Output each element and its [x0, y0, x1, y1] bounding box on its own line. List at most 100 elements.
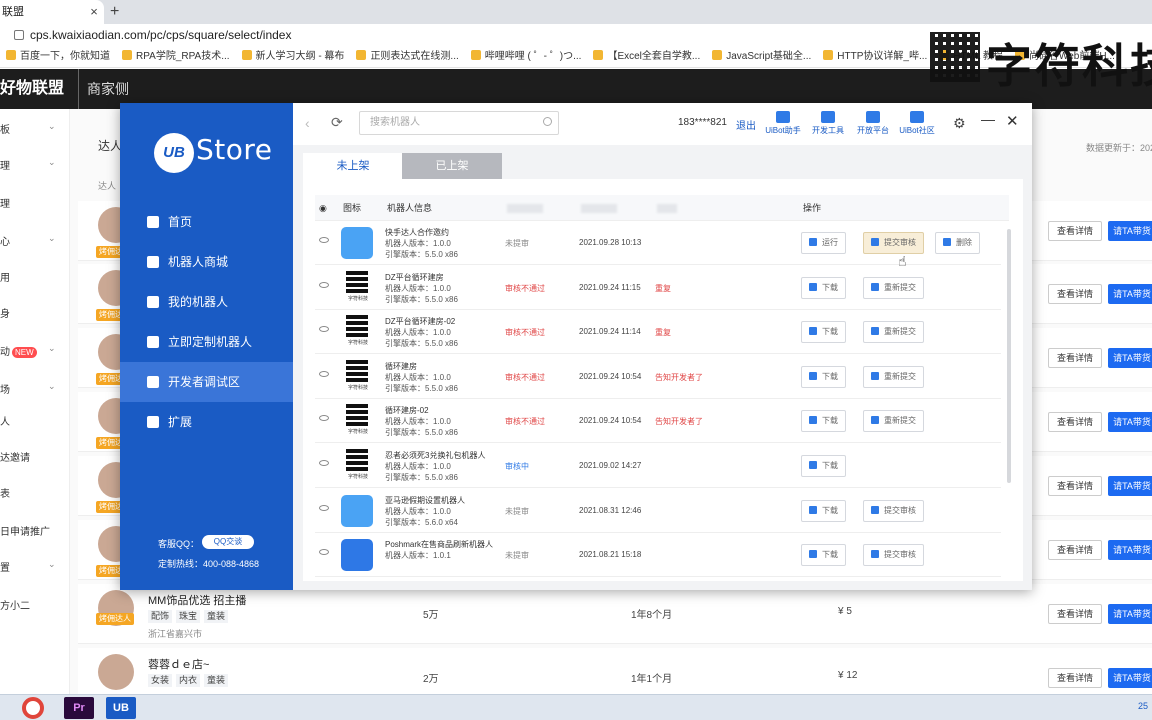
action-button[interactable]: 下载 [801, 455, 846, 477]
invite-button[interactable]: 请TA带货 [1108, 284, 1152, 304]
tab-close-icon[interactable]: × [86, 0, 102, 24]
uibot-taskbar-icon[interactable]: UB [106, 697, 136, 719]
site-nav-item[interactable]: 身 [0, 305, 70, 321]
site-nav-item[interactable]: 表 [0, 485, 70, 501]
eye-icon[interactable] [319, 460, 329, 466]
invite-button[interactable]: 请TA带货 [1108, 668, 1152, 688]
bookmark-item[interactable]: 正则表达式在线测... [356, 46, 459, 67]
back-icon[interactable]: ‹ [305, 115, 310, 131]
tool-link[interactable]: 开发工具 [808, 111, 848, 136]
new-tab-icon[interactable]: + [110, 0, 124, 24]
action-button[interactable]: 提交审核 [863, 544, 924, 567]
invite-button[interactable]: 请TA带货 [1108, 412, 1152, 432]
site-nav-item[interactable]: 用 [0, 269, 70, 285]
bookmark-item[interactable]: JavaScript基础全... [712, 46, 811, 67]
invite-button[interactable]: 请TA带货 [1108, 476, 1152, 496]
store-nav-item[interactable]: 扩展 [120, 402, 293, 442]
site-nav-label: 心 [0, 237, 10, 248]
tool-link[interactable]: UiBot社区 [897, 111, 937, 136]
chrome-icon[interactable] [22, 697, 44, 719]
eye-icon[interactable] [319, 237, 329, 243]
view-detail-button[interactable]: 查看详情 [1048, 348, 1102, 368]
action-button[interactable]: 重新提交 [863, 365, 924, 388]
tab-unlisted[interactable]: 未上架 [303, 153, 403, 179]
shop-tag: 童装 [204, 610, 229, 623]
col-icon: 图标 [343, 203, 362, 213]
site-nav-item[interactable]: 理 [0, 195, 70, 211]
view-detail-button[interactable]: 查看详情 [1048, 476, 1102, 496]
invite-button[interactable]: 请TA带货 [1108, 221, 1152, 241]
minimize-icon[interactable]: — [981, 111, 995, 127]
bookmark-item[interactable]: 新人学习大纲 - 幕布 [241, 46, 344, 67]
eye-icon[interactable] [319, 415, 329, 422]
view-detail-button[interactable]: 查看详情 [1048, 221, 1102, 241]
tool-link[interactable]: 开放平台 [853, 111, 893, 136]
eye-icon[interactable] [319, 370, 329, 377]
store-nav-label: 扩展 [168, 415, 193, 429]
eye-icon[interactable] [319, 281, 329, 288]
action-button[interactable]: 重新提交 [863, 321, 924, 344]
action-button[interactable]: 重新提交 [863, 276, 924, 299]
action-button[interactable]: 下载 [801, 321, 846, 344]
premiere-icon[interactable]: Pr [64, 697, 94, 719]
action-button[interactable]: 提交审核 [863, 499, 924, 522]
tool-link[interactable]: UiBot助手 [763, 111, 803, 136]
search-icon[interactable] [543, 117, 552, 126]
action-button[interactable]: 下载 [801, 544, 846, 567]
view-detail-button[interactable]: 查看详情 [1048, 604, 1102, 624]
site-nav-item[interactable]: 心 ⌄ [0, 233, 70, 249]
action-button[interactable]: 下载 [801, 365, 846, 388]
bookmark-item[interactable]: RPA学院_RPA技术... [122, 46, 230, 67]
action-label: 下载 [822, 371, 838, 381]
action-button[interactable]: 重新提交 [863, 410, 924, 433]
invite-button[interactable]: 请TA带货 [1108, 348, 1152, 368]
store-nav-item[interactable]: 首页 [120, 202, 293, 242]
gear-icon[interactable]: ⚙ [953, 115, 966, 132]
view-detail-button[interactable]: 查看详情 [1048, 668, 1102, 688]
bookmark-item[interactable]: HTTP协议详解_哔... [823, 46, 927, 67]
bookmark-item[interactable]: 百度一下，你就知道 [6, 46, 110, 67]
store-nav-item[interactable]: 我的机器人 [120, 282, 293, 322]
action-button[interactable]: 删除 [935, 232, 980, 254]
view-detail-button[interactable]: 查看详情 [1048, 540, 1102, 560]
site-nav-item[interactable]: 达邀请 [0, 449, 70, 465]
invite-button[interactable]: 请TA带货 [1108, 604, 1152, 624]
site-nav-item[interactable]: 置 ⌄ [0, 559, 70, 575]
review-note: 告知开发者了 [655, 417, 703, 427]
eye-icon[interactable] [319, 326, 329, 333]
action-button[interactable]: 提交审核 [863, 232, 924, 254]
action-button[interactable]: 下载 [801, 276, 846, 299]
invite-button[interactable]: 请TA带货 [1108, 540, 1152, 560]
table-scrollbar[interactable] [1007, 229, 1011, 483]
shop-name[interactable]: MM饰品优选 招主播 [148, 592, 246, 608]
search-input[interactable]: 搜索机器人 [359, 111, 559, 135]
site-nav-label: 场 [0, 385, 10, 396]
action-button[interactable]: 运行 [801, 232, 846, 254]
shop-name[interactable]: 蓉蓉ｄｅ店~ [148, 656, 209, 672]
site-nav-item[interactable]: 动 NEW ⌄ [0, 343, 70, 359]
store-logo-text: Store [196, 133, 273, 166]
site-nav-item[interactable]: 日申请推广 [0, 523, 70, 539]
tab-listed[interactable]: 已上架 [402, 153, 502, 179]
logout-link[interactable]: 退出 [736, 117, 756, 132]
action-button[interactable]: 下载 [801, 410, 846, 433]
site-nav-item[interactable]: 方小二 [0, 597, 70, 613]
site-nav-item[interactable]: 场 ⌄ [0, 381, 70, 397]
view-detail-button[interactable]: 查看详情 [1048, 284, 1102, 304]
bookmark-item[interactable]: 【Excel全套自学教... [593, 46, 700, 67]
action-button[interactable]: 下载 [801, 499, 846, 522]
store-nav-item[interactable]: 机器人商城 [120, 242, 293, 282]
site-nav-item[interactable]: 人 [0, 413, 70, 429]
refresh-icon[interactable]: ⟳ [331, 114, 343, 131]
store-nav-item[interactable]: 立即定制机器人 [120, 322, 293, 362]
site-brand[interactable]: 好物联盟 [0, 69, 64, 109]
eye-icon[interactable] [319, 549, 329, 556]
qq-chat-button[interactable]: QQ交谈 [202, 535, 254, 549]
bookmark-item[interactable]: 哔哩哔哩 ( ゜- ゜)つ... [470, 46, 581, 67]
close-icon[interactable]: ✕ [1006, 112, 1019, 130]
eye-icon[interactable] [319, 504, 329, 511]
site-nav-item[interactable]: 理 ⌄ [0, 157, 70, 173]
site-nav-item[interactable]: 板 ⌄ [0, 121, 70, 137]
store-nav-item[interactable]: 开发者调试区 [120, 362, 293, 402]
view-detail-button[interactable]: 查看详情 [1048, 412, 1102, 432]
